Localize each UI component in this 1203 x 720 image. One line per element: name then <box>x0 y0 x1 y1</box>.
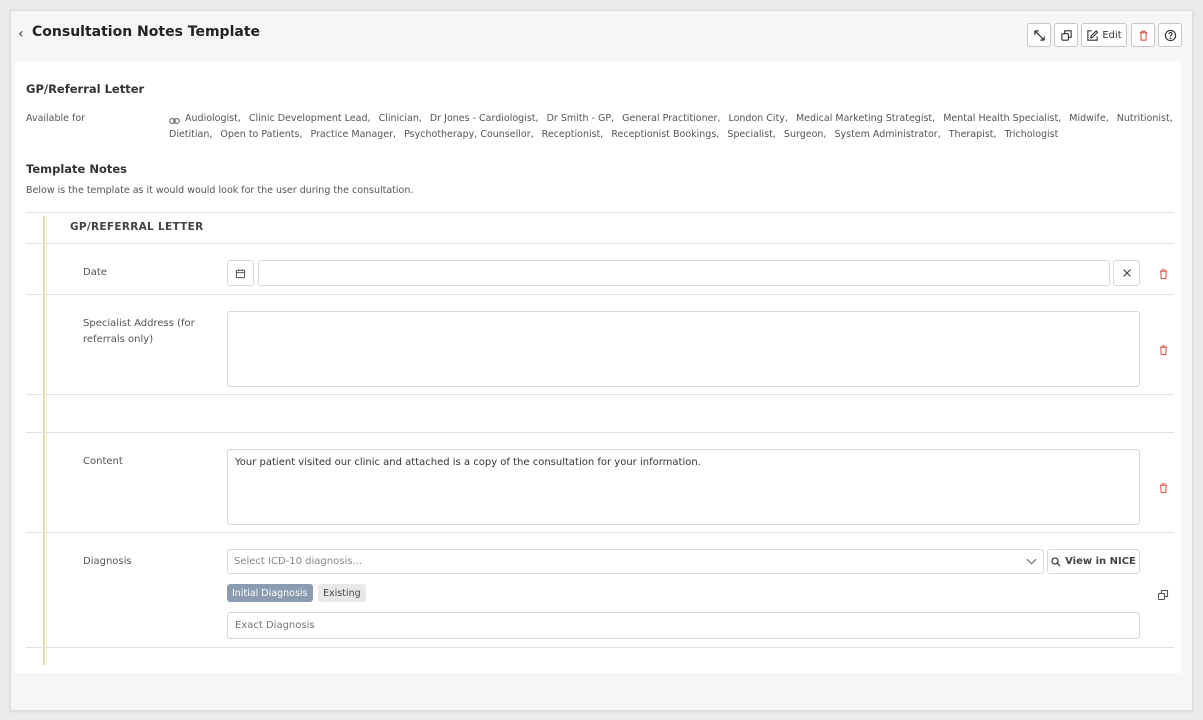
icd10-select[interactable]: Select ICD-10 diagnosis... <box>227 549 1044 574</box>
chevron-down-icon <box>1026 558 1037 565</box>
available-for-item: Clinician, <box>378 113 422 124</box>
available-for-item: Trichologist <box>1004 129 1059 140</box>
edit-icon <box>1087 29 1099 41</box>
help-button[interactable] <box>1158 23 1182 47</box>
delete-button[interactable] <box>1131 23 1155 47</box>
view-in-nice-button[interactable]: View in NICE <box>1047 549 1140 574</box>
available-for-item: Receptionist, <box>541 129 604 140</box>
delete-field-trash-icon[interactable] <box>1158 268 1169 280</box>
template-notes-description: Below is the template as it would would … <box>26 185 414 196</box>
available-for-item: Psychotherapy, Counsellor, <box>404 129 534 140</box>
calendar-icon <box>235 268 246 278</box>
link-icon <box>169 115 180 124</box>
content-textarea[interactable]: Your patient visited our clinic and atta… <box>227 449 1140 525</box>
available-for-item: Specialist, <box>727 129 776 140</box>
date-label: Date <box>83 267 107 278</box>
available-for-item: Practice Manager, <box>310 129 397 140</box>
available-for-item: Dr Jones - Cardiologist, <box>429 113 539 124</box>
available-for-item: Audiologist, <box>185 113 241 124</box>
close-icon <box>1122 269 1131 277</box>
available-for-item: Medical Marketing Strategist, <box>795 113 936 124</box>
available-for-list: Audiologist, Clinic Development Lead, Cl… <box>169 111 1179 143</box>
available-for-item: London City, <box>728 113 788 124</box>
header: ‹ Consultation Notes Template Edit <box>11 11 1192 61</box>
available-for-item: Dietitian, <box>169 129 213 140</box>
template-window: ‹ Consultation Notes Template Edit GP/Re… <box>10 10 1193 711</box>
exact-diagnosis-input[interactable] <box>227 612 1140 639</box>
divider <box>26 294 1174 295</box>
expand-icon <box>1033 29 1045 41</box>
available-for-item: Therapist, <box>948 129 997 140</box>
clear-date-button[interactable] <box>1113 260 1140 286</box>
delete-field-trash-icon[interactable] <box>1158 344 1169 356</box>
duplicate-button[interactable] <box>1054 23 1078 47</box>
available-for-item: Midwife, <box>1069 113 1109 124</box>
delete-field-trash-icon[interactable] <box>1158 482 1169 494</box>
trash-icon <box>1139 30 1147 41</box>
divider <box>26 432 1174 433</box>
content-label: Content <box>83 456 123 467</box>
view-in-nice-label: View in NICE <box>1065 556 1136 567</box>
template-notes-title: Template Notes <box>26 162 128 176</box>
chip-existing[interactable]: Existing <box>318 584 366 602</box>
divider <box>26 243 1174 244</box>
available-for-item: System Administrator, <box>834 129 941 140</box>
copy-icon <box>1060 29 1072 41</box>
section-accent-bar <box>43 216 45 665</box>
divider <box>26 647 1174 648</box>
page-title: Consultation Notes Template <box>32 24 261 40</box>
help-icon <box>1164 29 1176 41</box>
available-for-item: Surgeon, <box>783 129 827 140</box>
search-icon <box>1051 556 1061 566</box>
specialist-address-input[interactable] <box>227 311 1140 387</box>
section-title: GP/Referral Letter <box>26 82 145 96</box>
edit-label: Edit <box>1102 29 1122 41</box>
back-chevron-icon[interactable]: ‹ <box>18 26 24 42</box>
calendar-button[interactable] <box>227 260 254 286</box>
content-panel: GP/Referral Letter Available for Audiolo… <box>15 61 1181 673</box>
divider <box>26 212 1174 213</box>
available-for-item: Dr Smith - GP, <box>546 113 615 124</box>
edit-button[interactable]: Edit <box>1081 23 1127 47</box>
specialist-address-label: Specialist Address (for referrals only) <box>83 318 195 345</box>
date-input[interactable] <box>258 260 1110 286</box>
available-for-item: Clinic Development Lead, <box>248 113 371 124</box>
available-for-item: General Practitioner, <box>622 113 721 124</box>
copy-icon[interactable] <box>1157 589 1169 601</box>
available-for-item: Receptionist Bookings, <box>611 129 720 140</box>
diagnosis-label: Diagnosis <box>83 556 132 567</box>
available-for-item: Open to Patients, <box>220 129 303 140</box>
divider <box>26 532 1174 533</box>
available-for-label: Available for <box>26 113 86 124</box>
divider <box>26 394 1174 395</box>
icd10-select-placeholder: Select ICD-10 diagnosis... <box>234 556 362 567</box>
form-heading: GP/REFERRAL LETTER <box>70 221 204 233</box>
chip-initial-diagnosis[interactable]: Initial Diagnosis <box>227 584 313 602</box>
available-for-item: Nutritionist, <box>1116 113 1173 124</box>
expand-button[interactable] <box>1027 23 1051 47</box>
section-accent-bar-inner <box>46 216 47 665</box>
available-for-item: Mental Health Specialist, <box>943 113 1062 124</box>
